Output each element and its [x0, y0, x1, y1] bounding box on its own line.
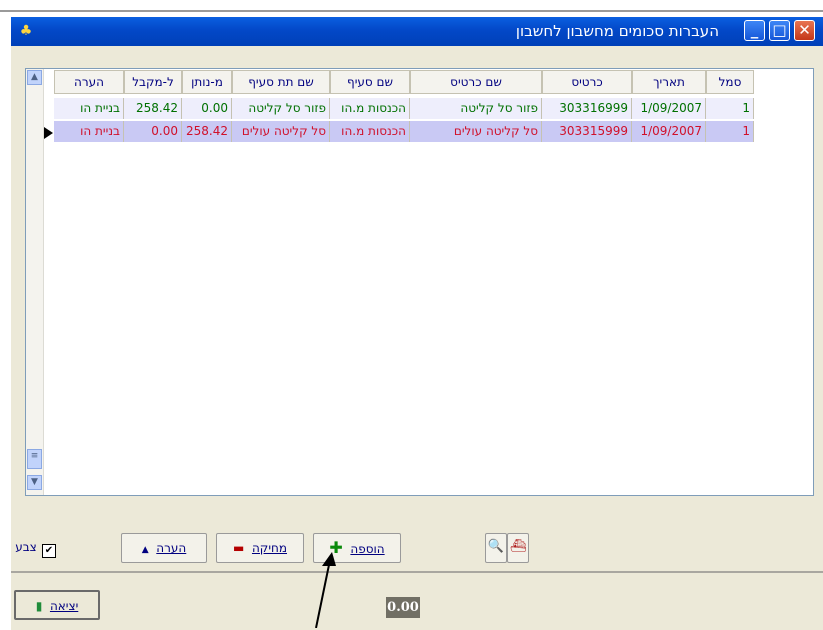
- annotation-arrow: [315, 552, 336, 628]
